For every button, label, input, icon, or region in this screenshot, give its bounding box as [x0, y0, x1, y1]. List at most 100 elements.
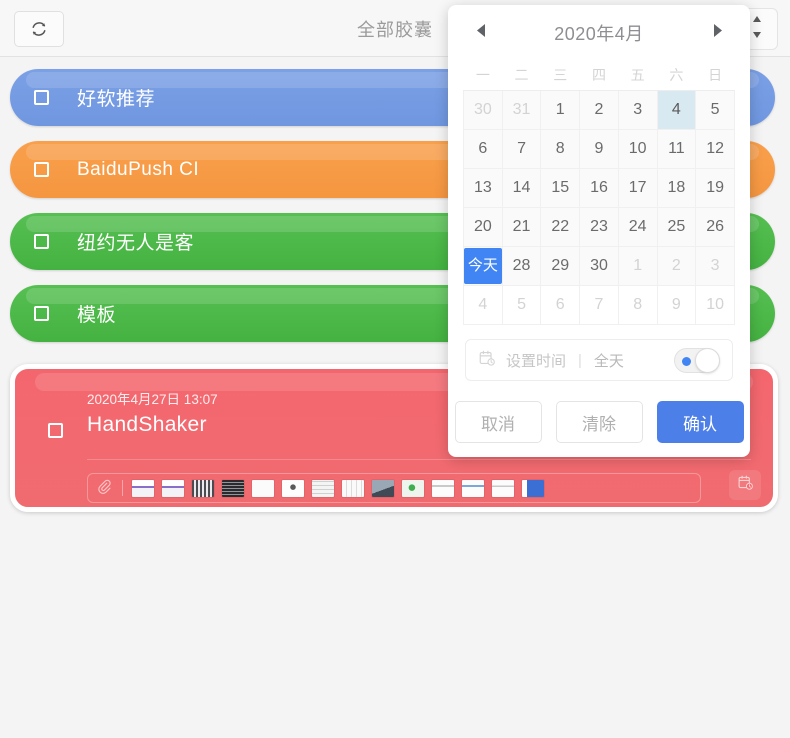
attachment-thumbnail[interactable]	[432, 479, 454, 497]
day-cell[interactable]: 17	[617, 168, 658, 208]
card-divider	[87, 459, 751, 460]
today-label: 今天	[464, 248, 502, 284]
weekday-label: 六	[657, 60, 696, 91]
prev-month-button[interactable]	[470, 22, 492, 44]
triangle-right-icon	[711, 23, 724, 43]
attachment-thumbnail[interactable]	[282, 479, 304, 497]
attachment-thumbnail[interactable]	[192, 479, 214, 497]
day-cell[interactable]: 19	[695, 168, 735, 208]
day-cell[interactable]: 10	[617, 129, 658, 169]
cancel-button[interactable]: 取消	[454, 401, 542, 443]
day-cell[interactable]: 10	[695, 285, 735, 325]
attachment-thumbnail[interactable]	[402, 479, 424, 497]
weekday-label: 五	[618, 60, 658, 91]
next-month-button[interactable]	[706, 22, 728, 44]
weekday-label: 四	[579, 60, 619, 91]
set-time-label: 设置时间	[506, 352, 567, 370]
day-cell[interactable]: 16	[579, 168, 619, 208]
attachment-thumbnail[interactable]	[162, 479, 184, 497]
day-cell[interactable]: 20	[463, 207, 503, 247]
day-cell[interactable]: 3	[617, 90, 658, 130]
confirm-button[interactable]: 确认	[656, 401, 744, 443]
toggle-knob	[695, 347, 720, 373]
calendar-clock-icon	[478, 349, 496, 372]
day-cell[interactable]: 15	[540, 168, 581, 208]
capsule-checkbox[interactable]	[34, 306, 49, 321]
time-setting-row[interactable]: 设置时间 | 全天	[465, 339, 733, 381]
day-cell[interactable]: 14	[501, 168, 542, 208]
capsule-timestamp: 2020年4月27日 13:07	[87, 392, 218, 407]
attachment-toolbar	[87, 473, 701, 503]
day-cell[interactable]: 6	[540, 285, 581, 325]
date-picker-popup: 2020年4月 一 二 三 四 五 六 日 30 31 1 2 3 4 5 6 …	[448, 5, 750, 457]
weekday-label: 三	[540, 60, 580, 91]
capsule-checkbox[interactable]	[34, 90, 49, 105]
day-cell[interactable]: 24	[617, 207, 658, 247]
day-cell[interactable]: 9	[656, 285, 697, 325]
attachment-thumbnail[interactable]	[522, 479, 544, 497]
paperclip-icon[interactable]	[96, 478, 112, 499]
weekday-label: 一	[463, 60, 503, 91]
day-cell[interactable]: 11	[656, 129, 697, 169]
day-cell[interactable]: 5	[695, 90, 735, 130]
day-cell[interactable]: 26	[695, 207, 735, 247]
triangle-left-icon	[475, 23, 488, 43]
attachment-thumbnail[interactable]	[372, 479, 394, 497]
day-cell[interactable]: 29	[540, 246, 581, 286]
day-cell[interactable]: 28	[501, 246, 542, 286]
weekday-label: 日	[695, 60, 735, 91]
attachment-thumbnail[interactable]	[462, 479, 484, 497]
day-cell[interactable]: 2	[579, 90, 619, 130]
set-datetime-button[interactable]	[729, 470, 761, 500]
day-cell[interactable]: 30	[463, 90, 503, 130]
attachment-thumbnail[interactable]	[312, 479, 334, 497]
capsule-checkbox[interactable]	[34, 162, 49, 177]
capsule-label: 模板	[77, 305, 117, 326]
day-cell[interactable]: 3	[695, 246, 735, 286]
day-cell-highlighted[interactable]: 4	[656, 90, 697, 130]
day-cell[interactable]: 9	[579, 129, 619, 169]
day-cell[interactable]: 8	[617, 285, 658, 325]
day-cell[interactable]: 23	[579, 207, 619, 247]
toolbar-separator	[122, 480, 123, 496]
calendar-grid: 一 二 三 四 五 六 日 30 31 1 2 3 4 5 6 7 8 9 10…	[463, 60, 735, 325]
day-cell[interactable]: 7	[501, 129, 542, 169]
day-cell[interactable]: 7	[579, 285, 619, 325]
day-cell[interactable]: 6	[463, 129, 503, 169]
day-cell-today[interactable]: 今天	[463, 246, 503, 286]
attachment-thumbnail[interactable]	[252, 479, 274, 497]
calendar-week-row: 30 31 1 2 3 4 5	[463, 90, 735, 130]
day-cell[interactable]: 1	[617, 246, 658, 286]
day-cell[interactable]: 21	[501, 207, 542, 247]
month-title: 2020年4月	[554, 23, 644, 44]
day-cell[interactable]: 2	[656, 246, 697, 286]
toggle-indicator-dot	[682, 356, 691, 366]
all-day-toggle[interactable]	[674, 347, 720, 373]
day-cell[interactable]: 1	[540, 90, 581, 130]
day-cell[interactable]: 8	[540, 129, 581, 169]
attachment-thumbnail[interactable]	[222, 479, 244, 497]
capsule-label: BaiduPush CI	[77, 158, 200, 180]
day-cell[interactable]: 13	[463, 168, 503, 208]
day-cell[interactable]: 22	[540, 207, 581, 247]
capsule-label: HandShaker	[87, 413, 207, 436]
attachment-thumbnail[interactable]	[132, 479, 154, 497]
day-cell[interactable]: 5	[501, 285, 542, 325]
attachment-thumbnail[interactable]	[342, 479, 364, 497]
day-cell[interactable]: 30	[579, 246, 619, 286]
day-cell[interactable]: 25	[656, 207, 697, 247]
day-cell[interactable]: 12	[695, 129, 735, 169]
all-day-label: 全天	[593, 352, 624, 370]
calendar-week-row: 20 21 22 23 24 25 26	[463, 207, 735, 247]
capsule-checkbox[interactable]	[34, 234, 49, 249]
day-cell[interactable]: 31	[501, 90, 542, 130]
vertical-separator: |	[578, 351, 582, 369]
day-cell[interactable]: 4	[463, 285, 503, 325]
day-cell[interactable]: 18	[656, 168, 697, 208]
weekday-label: 二	[502, 60, 541, 91]
capsule-checkbox[interactable]	[48, 423, 63, 438]
attachment-thumbnail[interactable]	[492, 479, 514, 497]
calendar-week-row: 13 14 15 16 17 18 19	[463, 168, 735, 208]
clear-button[interactable]: 清除	[555, 401, 643, 443]
capsule-label: 纽约无人是客	[77, 233, 195, 254]
